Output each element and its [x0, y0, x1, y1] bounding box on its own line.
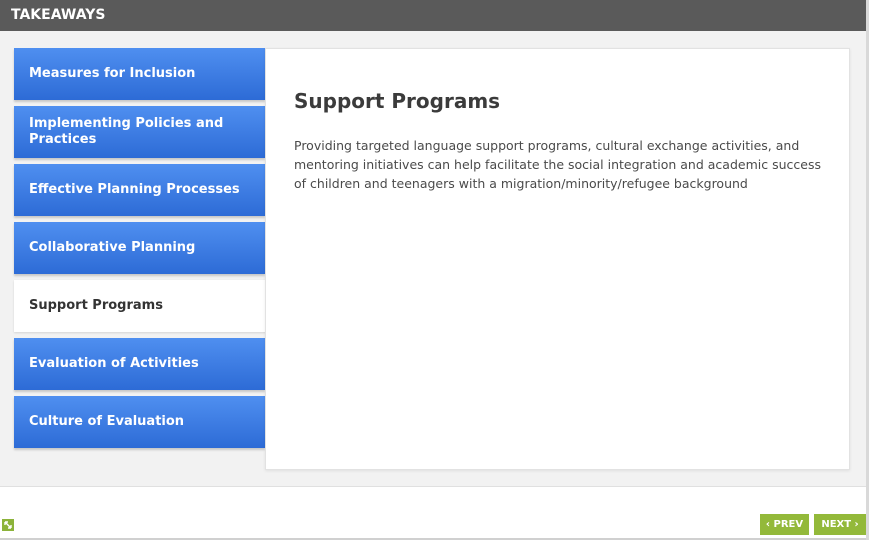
page-title: TAKEAWAYS: [0, 0, 866, 31]
content-panel: Support Programs Providing targeted lang…: [265, 48, 850, 470]
expand-icon[interactable]: [2, 519, 14, 531]
tab-support-programs[interactable]: Support Programs: [14, 280, 268, 332]
tab-collaborative-planning[interactable]: Collaborative Planning: [14, 222, 265, 274]
content-body: Providing targeted language support prog…: [294, 138, 821, 191]
tab-culture-of-evaluation[interactable]: Culture of Evaluation: [14, 396, 265, 448]
next-label: NEXT: [821, 519, 852, 530]
tab-effective-planning-processes[interactable]: Effective Planning Processes: [14, 164, 265, 216]
prev-button[interactable]: ‹ PREV: [760, 514, 809, 535]
chevron-right-icon: ›: [854, 519, 859, 530]
content-title: Support Programs: [294, 89, 501, 113]
chevron-left-icon: ‹: [765, 519, 771, 530]
prev-label: PREV: [773, 519, 804, 530]
tab-implementing-policies[interactable]: Implementing Policies and Practices: [14, 106, 265, 158]
next-button[interactable]: NEXT ›: [814, 514, 866, 535]
tab-measures-for-inclusion[interactable]: Measures for Inclusion: [14, 48, 265, 100]
tab-evaluation-of-activities[interactable]: Evaluation of Activities: [14, 338, 265, 390]
